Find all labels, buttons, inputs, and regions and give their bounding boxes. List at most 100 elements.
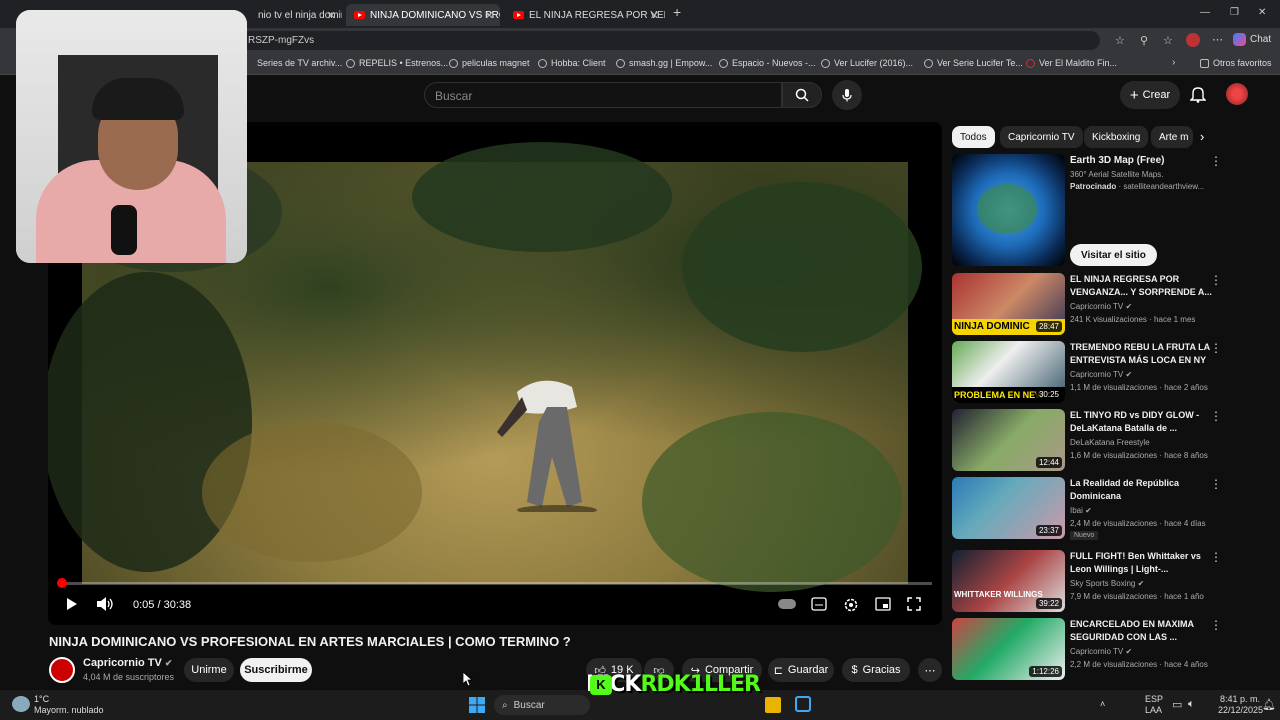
tab-ninja-vs-profesional[interactable]: NINJA DOMINICANO VS PROFESIO ✕ [346, 4, 500, 26]
save-button[interactable]: ⊏ Guardar [768, 658, 834, 682]
channel-name: Sky Sports Boxing [1070, 579, 1136, 588]
channel-name: Capricornio TV [1070, 302, 1124, 311]
close-icon[interactable]: ✕ [650, 9, 659, 22]
search-button[interactable] [782, 82, 822, 108]
duration-badge: 1:12:26 [1029, 666, 1062, 677]
store-icon[interactable] [765, 697, 781, 713]
channel-name[interactable]: Capricornio TV ✔ [83, 657, 172, 669]
more-vert-icon[interactable]: ⋮ [1210, 618, 1222, 632]
channel-avatar[interactable] [49, 657, 75, 683]
list-item[interactable]: NINJA DOMINIC 28:47 EL NINJA REGRESA POR… [952, 273, 1272, 335]
maximize-icon[interactable]: ❐ [1230, 7, 1239, 18]
chevron-right-icon[interactable]: › [1172, 57, 1175, 68]
more-vert-icon[interactable]: ⋮ [1210, 341, 1222, 355]
favorites-icon[interactable]: ☆ [1163, 34, 1173, 47]
bookmark-item[interactable]: Hobba: Client [538, 58, 606, 68]
chevron-right-icon[interactable]: › [1200, 129, 1204, 144]
bookmark-label: REPELIS • Estrenos... [359, 58, 449, 68]
list-item[interactable]: 23:37 La Realidad de República Dominican… [952, 477, 1272, 540]
voice-search-button[interactable] [832, 80, 862, 110]
subscribe-button[interactable]: Suscribirme [240, 658, 312, 682]
miniplayer-icon[interactable] [875, 597, 891, 614]
list-item[interactable]: PROBLEMA EN NEW 30:25 TREMENDO REBU LA F… [952, 341, 1272, 403]
youtube-icon [513, 11, 524, 19]
close-icon[interactable]: ✕ [485, 9, 494, 22]
minimize-icon[interactable]: — [1200, 7, 1210, 18]
chip-label: Arte m [1159, 131, 1189, 143]
duration-badge: 12:44 [1035, 457, 1062, 468]
notification-icon[interactable]: 🔔︎ [1262, 698, 1276, 711]
chip-label: Capricornio TV [1008, 131, 1075, 143]
video-meta: 1,6 M de visualizaciones · hace 8 años [1070, 451, 1208, 460]
more-vert-icon[interactable]: ⋮ [1210, 550, 1222, 564]
search-input[interactable]: Buscar [424, 82, 782, 108]
weather-temp: 1°C [34, 694, 50, 704]
sponsored-ad[interactable]: Earth 3D Map (Free) 360° Aerial Satellit… [952, 154, 1272, 266]
language-indicator[interactable]: ESP [1145, 694, 1163, 704]
join-label: Unirme [191, 664, 227, 676]
new-tab-icon[interactable]: + [673, 4, 681, 20]
windows-start-icon[interactable] [469, 697, 485, 718]
other-favorites[interactable]: Otros favoritos [1200, 58, 1272, 68]
weather-cloud-icon[interactable] [12, 696, 30, 712]
chip-kickboxing[interactable]: Kickboxing [1084, 126, 1149, 148]
subtitles-icon[interactable] [811, 597, 827, 614]
create-button[interactable]: + Crear [1120, 81, 1180, 109]
bookmark-item[interactable]: REPELIS • Estrenos... [346, 58, 448, 68]
volume-button[interactable] [96, 597, 114, 614]
globe-icon [924, 58, 933, 68]
speaker-icon[interactable]: 🔈︎ [1188, 698, 1195, 711]
copilot-chat-button[interactable]: Chat [1233, 33, 1271, 46]
tab-ninja-search[interactable]: nio tv el ninja dominicano ✕ [250, 4, 342, 26]
play-button[interactable] [64, 597, 78, 614]
progress-scrubber[interactable] [57, 578, 67, 588]
notifications-bell-icon[interactable] [1189, 85, 1207, 108]
video-thumbnail: 1:12:26 [952, 618, 1065, 680]
tray-chevron-icon[interactable]: ˄ [1100, 699, 1105, 709]
bookmark-item[interactable]: smash.gg | Empow... [616, 58, 712, 68]
bookmark-item[interactable]: Espacio - Nuevos -... [719, 58, 816, 68]
bookmark-item[interactable]: Series de TV archiv... [257, 58, 342, 68]
foliage [412, 142, 672, 252]
duration-badge: 30:25 [1035, 389, 1062, 400]
dollar-icon: $ [851, 664, 858, 676]
more-actions-button[interactable]: ⋯ [918, 658, 942, 682]
join-button[interactable]: Unirme [184, 658, 234, 682]
more-menu-icon[interactable]: ⋯ [1212, 33, 1223, 46]
list-item[interactable]: 1:12:26 ENCARCELADO EN MAXIMA SEGURIDAD … [952, 618, 1272, 680]
list-item[interactable]: WHITTAKER WILLINGS 39:22 FULL FIGHT! Ben… [952, 550, 1272, 612]
channel-name: DeLaKatana Freestyle [1070, 438, 1150, 447]
extensions-icon[interactable]: ⚲ [1140, 34, 1148, 47]
settings-gear-icon[interactable] [843, 597, 859, 616]
more-vert-icon[interactable]: ⋮ [1210, 273, 1222, 287]
profile-avatar-icon[interactable] [1186, 33, 1200, 47]
star-icon[interactable]: ☆ [1115, 34, 1125, 47]
more-vert-icon[interactable]: ⋮ [1210, 154, 1222, 168]
progress-bar[interactable] [57, 578, 932, 588]
autoplay-toggle[interactable] [778, 599, 796, 609]
list-item[interactable]: 12:44 EL TINYO RD vs DIDY GLOW - DeLaKat… [952, 409, 1272, 471]
bookmark-item[interactable]: peliculas magnet [449, 58, 530, 68]
chip-artes[interactable]: Arte m [1151, 126, 1193, 148]
taskbar-search[interactable]: ⌕ Buscar [494, 695, 590, 715]
chip-label: Kickboxing [1092, 131, 1141, 143]
clock-time[interactable]: 8:41 p. m. [1220, 694, 1260, 704]
bookmark-item[interactable]: Ver Serie Lucifer Te... [924, 58, 1023, 68]
network-icon[interactable]: ▭ [1172, 698, 1182, 711]
bookmark-item[interactable]: Ver El Maldito Fin... [1026, 58, 1117, 68]
bookmark-item[interactable]: Ver Lucifer (2016)... [821, 58, 913, 68]
url-field[interactable]: RSZP-mgFZvs [240, 31, 1100, 50]
more-vert-icon[interactable]: ⋮ [1210, 477, 1222, 491]
user-avatar[interactable] [1226, 83, 1248, 105]
thanks-button[interactable]: $ Gracias [842, 658, 910, 682]
tab-ninja-regresa[interactable]: EL NINJA REGRESA POR VENGANZ ✕ [505, 4, 665, 26]
close-icon[interactable]: ✕ [327, 9, 336, 22]
chip-capricornio[interactable]: Capricornio TV [1000, 126, 1083, 148]
more-vert-icon[interactable]: ⋮ [1210, 409, 1222, 423]
fullscreen-icon[interactable] [907, 597, 921, 614]
visit-site-button[interactable]: Visitar el sitio [1070, 244, 1157, 266]
video-title: FULL FIGHT! Ben Whittaker vs Leon Willin… [1070, 551, 1201, 574]
chip-todos[interactable]: Todos [952, 126, 995, 148]
close-window-icon[interactable]: ✕ [1258, 7, 1266, 18]
app-icon[interactable] [795, 696, 811, 712]
